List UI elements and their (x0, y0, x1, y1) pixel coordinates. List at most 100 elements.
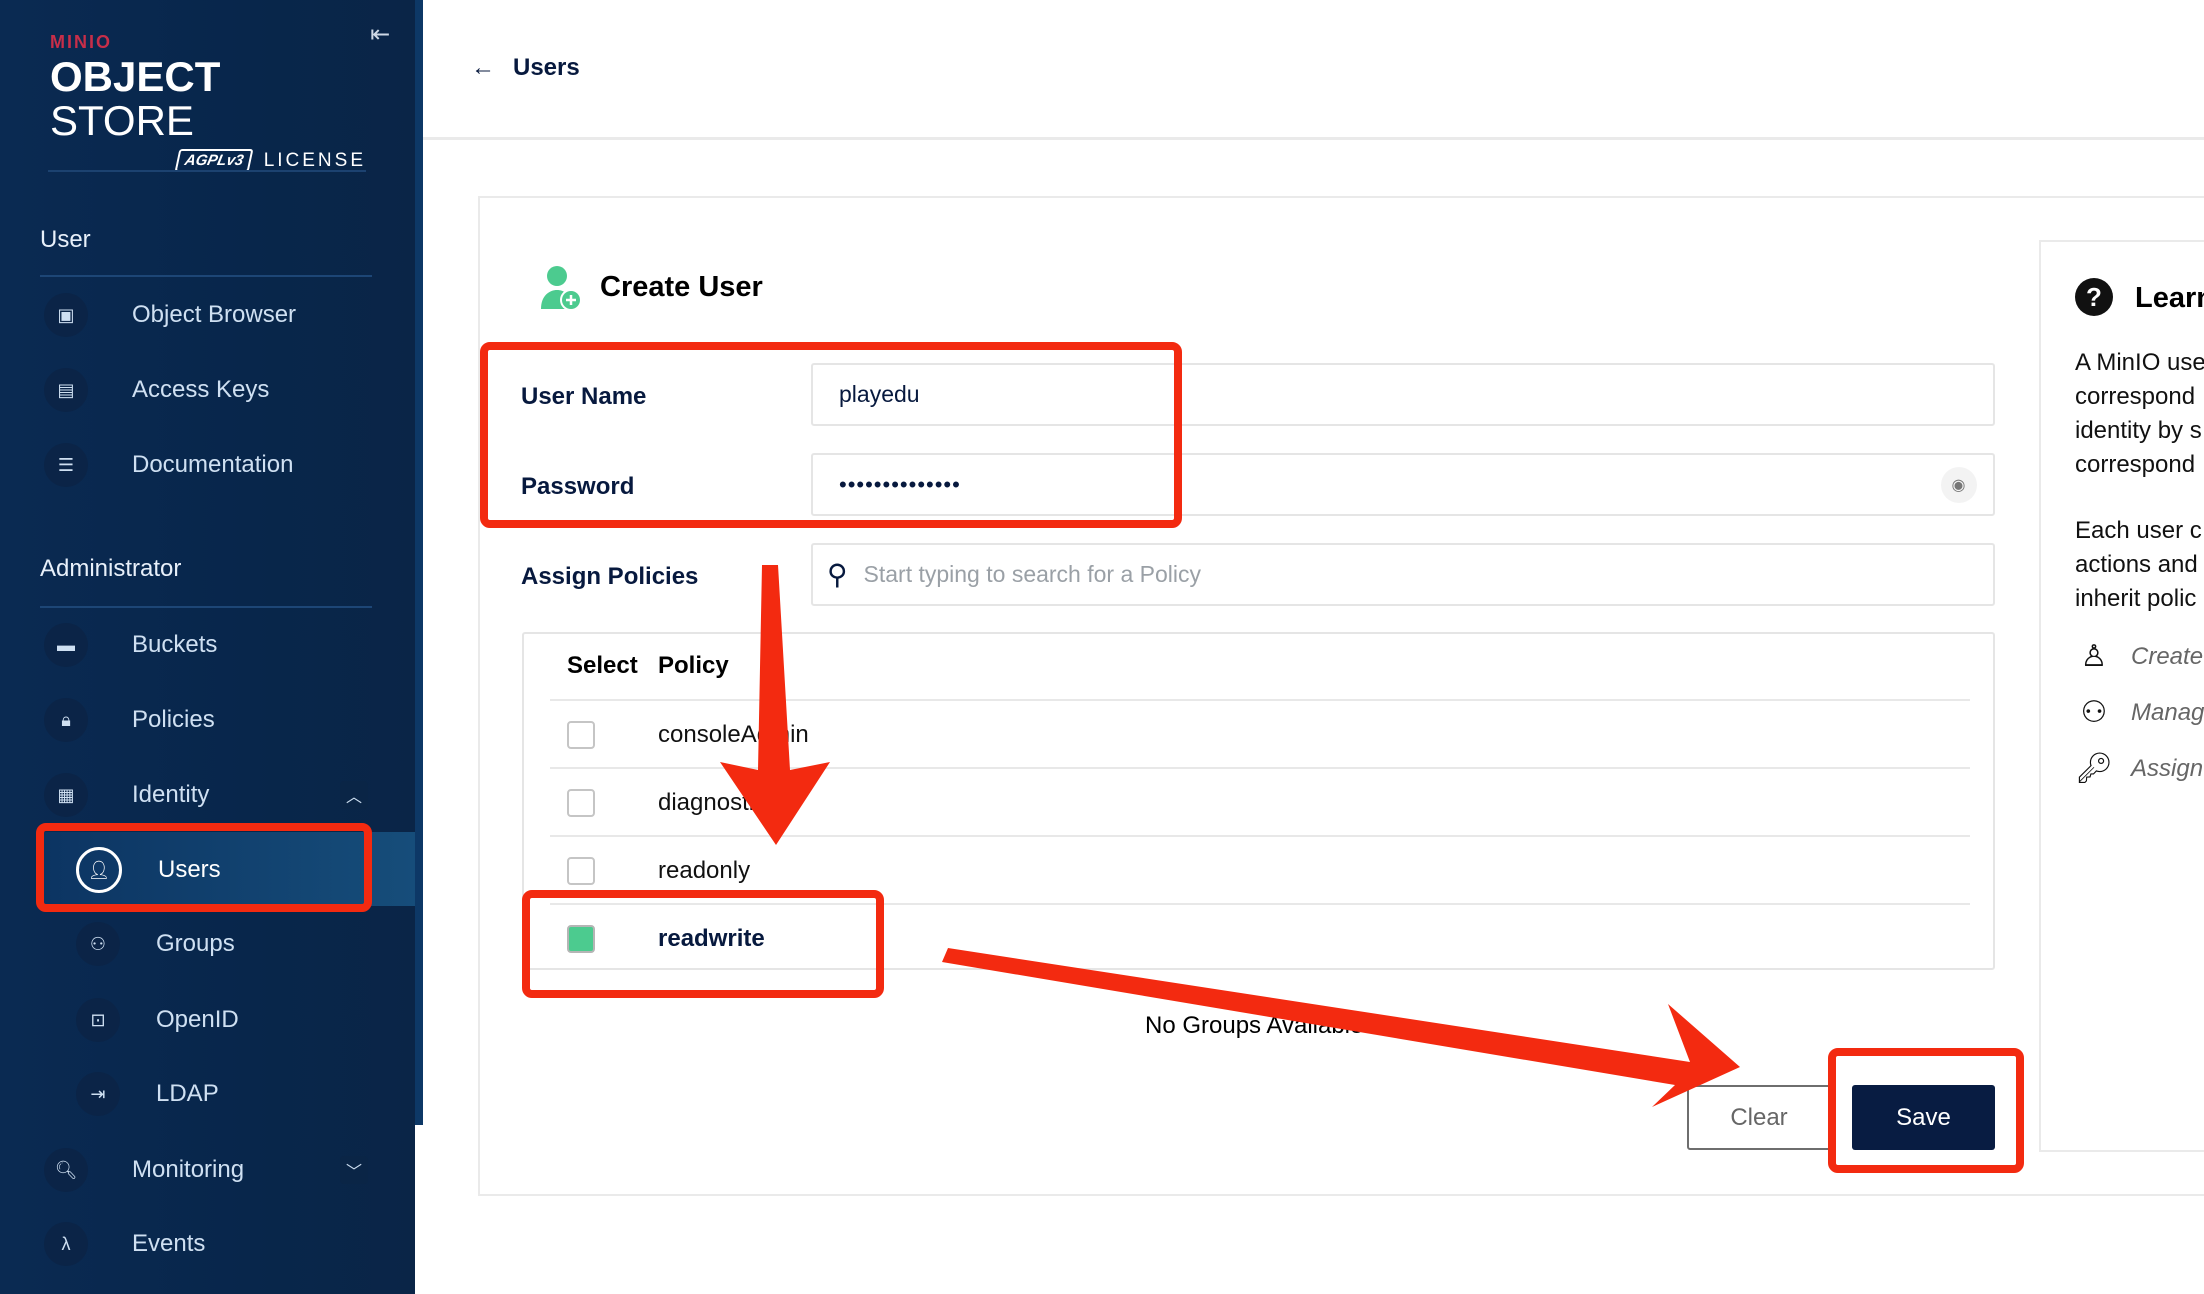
logo-divider (48, 170, 366, 172)
product-name: OBJECT STORE (50, 55, 370, 143)
minio-logo: MINIO OBJECT STORE AGPLv3 LICENSE (50, 32, 370, 172)
policy-name: readwrite (658, 925, 765, 952)
ldap-login-icon: ⇥ (76, 1072, 120, 1116)
sidebar-item-monitoring[interactable]: 🔍︎ Monitoring ﹀ (36, 1140, 376, 1200)
sidebar-item-label: Buckets (132, 631, 218, 658)
key-icon: 🔑︎ (2075, 752, 2114, 785)
identity-card-icon: ▦ (44, 773, 88, 817)
learn-paragraph: A MinIO user correspond identity by s co… (2075, 349, 2204, 478)
sidebar-item-users[interactable]: 👤︎ Users (36, 840, 376, 900)
policy-name: readonly (658, 857, 751, 884)
back-to-users-link[interactable]: ← Users (471, 54, 580, 82)
password-value: •••••••••••••• (839, 471, 961, 497)
learn-title: Learn (2135, 282, 2204, 314)
column-header-select: Select (567, 652, 638, 679)
bucket-icon: ▬ (44, 623, 88, 667)
policy-checkbox-readwrite[interactable] (567, 925, 595, 953)
collapse-left-icon[interactable]: ⇤ (370, 20, 390, 49)
clear-button[interactable]: Clear (1687, 1085, 1831, 1150)
section-administrator-title: Administrator (40, 555, 182, 582)
section-divider (40, 606, 372, 608)
sidebar-item-label: Object Browser (132, 301, 297, 328)
learn-paragraph: Each user c actions and inherit polic (2075, 517, 2202, 612)
learn-list-item: ⚇ Manag (2075, 695, 2204, 730)
user-outline-icon: ♙ (2080, 640, 2108, 673)
row-divider (550, 699, 1970, 701)
sidebar-item-object-browser[interactable]: ▣ Object Browser (36, 285, 376, 345)
openid-lock-icon: ⊡ (76, 998, 120, 1042)
sidebar-item-label: Groups (156, 930, 235, 957)
policy-checkbox-consoleadmin[interactable] (567, 721, 595, 749)
product-name-light: STORE (50, 97, 194, 144)
save-button[interactable]: Save (1852, 1085, 1995, 1150)
sidebar-item-events[interactable]: λ Events (36, 1214, 376, 1274)
learn-list-item: ♙ Create (2075, 639, 2204, 674)
chevron-up-icon[interactable]: ︿ (340, 781, 368, 809)
sidebar-item-label: Identity (132, 781, 210, 808)
back-link-label: Users (513, 54, 580, 81)
sidebar-item-groups[interactable]: ⚇ Groups (36, 914, 376, 974)
sidebar-item-buckets[interactable]: ▬ Buckets (36, 615, 376, 675)
no-groups-message: No Groups Available (1145, 1012, 1364, 1039)
group-outline-icon: ⚇ (2080, 696, 2108, 729)
chevron-down-icon[interactable]: ﹀ (340, 1156, 368, 1184)
search-icon: ⚲ (827, 559, 848, 590)
policy-name: diagnostics (658, 789, 779, 816)
policy-checkbox-readonly[interactable] (567, 857, 595, 885)
sidebar-item-label: OpenID (156, 1006, 239, 1033)
policy-search-input[interactable]: ⚲ Start typing to search for a Policy (811, 543, 1995, 606)
password-label: Password (521, 473, 635, 500)
page-title: Create User (600, 271, 763, 303)
assign-policies-label: Assign Policies (521, 563, 699, 590)
page-header: ← Users (423, 0, 2204, 140)
sidebar-item-label: Events (132, 1230, 206, 1257)
column-header-policy: Policy (658, 652, 729, 679)
help-question-icon: ? (2075, 278, 2113, 316)
product-name-bold: OBJECT (50, 53, 221, 100)
learn-item-text: Assign (2131, 754, 2204, 782)
learn-item-text: Manag (2131, 698, 2204, 726)
groups-icon: ⚇ (76, 922, 120, 966)
policy-search-placeholder: Start typing to search for a Policy (863, 561, 1202, 587)
agpl-badge-icon: AGPLv3 (174, 149, 255, 172)
arrow-left-icon: ← (471, 54, 495, 81)
sidebar-item-label: Monitoring (132, 1156, 245, 1183)
sidebar-item-openid[interactable]: ⊡ OpenID (36, 990, 376, 1050)
documentation-icon: ☰ (44, 443, 88, 487)
lambda-icon: λ (44, 1222, 88, 1266)
policy-checkbox-diagnostics[interactable] (567, 789, 595, 817)
row-divider (550, 767, 1970, 769)
access-keys-icon: ▤ (44, 368, 88, 412)
sidebar-item-label: Policies (132, 706, 215, 733)
sidebar-item-ldap[interactable]: ⇥ LDAP (36, 1064, 376, 1124)
sidebar-item-identity[interactable]: ▦ Identity ︿ (36, 765, 376, 825)
license-text: LICENSE (263, 149, 366, 171)
monitoring-icon: 🔍︎ (44, 1148, 88, 1192)
learn-panel: ? Learn A MinIO user correspond identity… (2039, 240, 2204, 1152)
sidebar-item-label: Users (158, 856, 221, 883)
sidebar-item-label: Documentation (132, 451, 294, 478)
sidebar: MINIO OBJECT STORE AGPLv3 LICENSE ⇤ User… (0, 0, 415, 1294)
user-circle-icon: 👤︎ (76, 847, 122, 893)
add-user-icon (541, 266, 582, 311)
sidebar-item-label: Access Keys (132, 376, 270, 403)
show-password-eye-icon[interactable]: ◉ (1941, 467, 1977, 503)
sidebar-item-access-keys[interactable]: ▤ Access Keys (36, 360, 376, 420)
password-input[interactable]: •••••••••••••• ◉ (811, 453, 1995, 516)
section-divider (40, 275, 372, 277)
license-row: AGPLv3 LICENSE (50, 149, 370, 172)
row-divider (550, 903, 1970, 905)
sidebar-item-label: LDAP (156, 1080, 219, 1107)
sidebar-item-documentation[interactable]: ☰ Documentation (36, 435, 376, 495)
section-user-title: User (40, 226, 91, 253)
sidebar-item-policies[interactable]: 🔒︎ Policies (36, 690, 376, 750)
learn-item-text: Create (2131, 642, 2204, 670)
policy-lock-icon: 🔒︎ (44, 698, 88, 742)
brand-name: MINIO (50, 32, 112, 52)
username-input[interactable]: playedu (811, 363, 1995, 426)
row-divider (550, 835, 1970, 837)
learn-list-item: 🔑︎ Assign (2075, 751, 2203, 786)
sidebar-scrollbar[interactable] (415, 0, 423, 1125)
object-browser-icon: ▣ (44, 293, 88, 337)
policy-name: consoleAdmin (658, 721, 809, 748)
